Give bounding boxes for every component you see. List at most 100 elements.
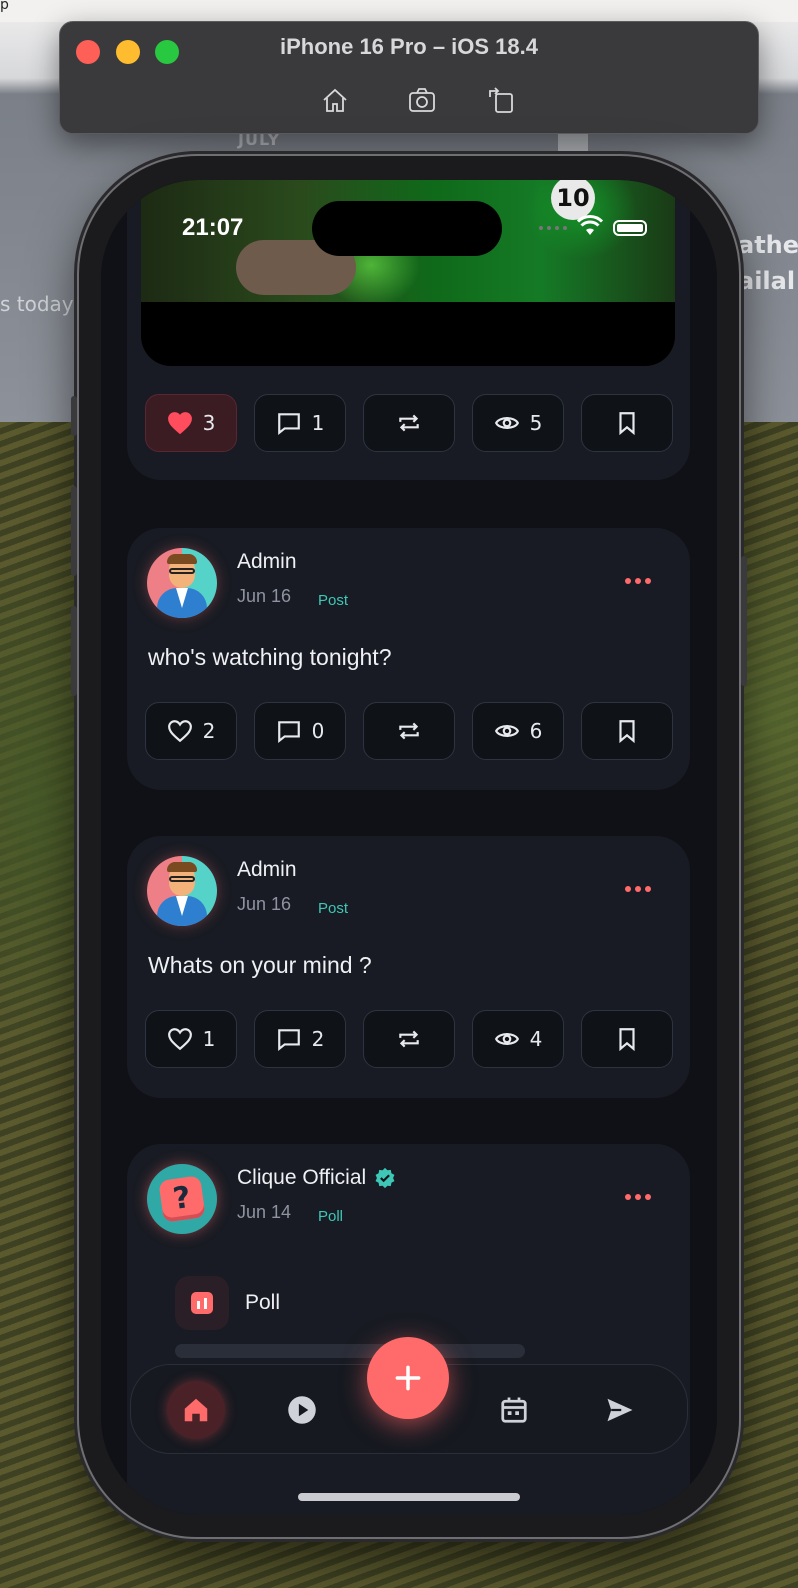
views-button[interactable]: 6 (472, 702, 564, 760)
poll-option[interactable] (175, 1344, 525, 1358)
comment-button[interactable]: 2 (254, 1010, 346, 1068)
like-count: 1 (202, 1027, 216, 1051)
heart-filled-icon (167, 412, 192, 435)
views-button[interactable]: 5 (472, 394, 564, 452)
view-count: 6 (529, 719, 543, 743)
like-button[interactable]: 2 (145, 702, 237, 760)
poll-post-card: ? Clique Official Jun 14 Poll Poll (127, 1144, 690, 1515)
home-icon[interactable] (167, 1381, 225, 1439)
desktop-menu-strip: p (0, 0, 798, 22)
heart-icon (167, 1028, 192, 1051)
post-text: who's watching tonight? (148, 644, 392, 670)
repost-button[interactable] (363, 702, 455, 760)
clique-logo: ? (158, 1175, 206, 1223)
status-time: 21:07 (182, 214, 244, 241)
phone-screen: 10 3 1 5 21:07 Admin Jun 16 Post who's w… (101, 180, 717, 1515)
post-date: Jun 14 (237, 1202, 292, 1222)
author-name[interactable]: Admin (237, 550, 297, 574)
poll-label: Poll (245, 1291, 281, 1314)
simulator-toolbar (60, 84, 758, 116)
author-name[interactable]: Clique Official (237, 1166, 396, 1190)
send-icon[interactable] (591, 1381, 649, 1439)
bookmark-icon (619, 412, 635, 436)
media-post-actions: 3 1 5 (145, 394, 673, 452)
avatar[interactable]: ? (147, 1164, 217, 1234)
repost-button[interactable] (363, 1010, 455, 1068)
screenshot-icon[interactable] (405, 84, 439, 116)
wifi-icon (576, 215, 604, 241)
repost-button[interactable] (363, 394, 455, 452)
comment-count: 1 (311, 411, 325, 435)
avatar[interactable] (147, 548, 217, 618)
poll-chart-icon (175, 1276, 229, 1330)
heart-icon (167, 720, 192, 743)
post-date: Jun 16 (237, 586, 292, 606)
comment-count: 0 (311, 719, 325, 743)
dynamic-island (312, 201, 502, 256)
author-name-text: Admin (237, 550, 297, 573)
comment-icon (277, 721, 300, 744)
simulator-title-bar: iPhone 16 Pro – iOS 18.4 (59, 21, 759, 134)
action-button (71, 396, 77, 436)
add-icon[interactable] (367, 1337, 449, 1419)
comment-count: 2 (311, 1027, 325, 1051)
post-actions: 2 0 6 (145, 702, 673, 760)
poll-header: Poll (175, 1276, 280, 1330)
more-options-icon[interactable] (625, 1194, 651, 1200)
post-actions: 1 2 4 (145, 1010, 673, 1068)
bookmark-icon (619, 720, 635, 744)
post-type-tag: Poll (318, 1208, 344, 1225)
desktop-corner-glyph: p (0, 0, 9, 13)
calendar-icon[interactable] (485, 1381, 543, 1439)
post-type-tag: Post (318, 900, 349, 917)
view-count: 5 (529, 411, 543, 435)
bookmark-button[interactable] (581, 1010, 673, 1068)
background-right-text: athe ailal (738, 227, 798, 299)
more-options-icon[interactable] (625, 886, 651, 892)
comment-button[interactable]: 0 (254, 702, 346, 760)
eye-icon (494, 725, 519, 737)
feed: 10 3 1 5 21:07 Admin Jun 16 Post who's w… (101, 180, 717, 1515)
like-count: 2 (202, 719, 216, 743)
more-options-icon[interactable] (625, 578, 651, 584)
jersey-number: 10 (551, 180, 595, 220)
bookmark-button[interactable] (581, 394, 673, 452)
comment-button[interactable]: 1 (254, 394, 346, 452)
verified-badge-icon (375, 1167, 395, 1189)
author-name[interactable]: Admin (237, 858, 297, 882)
eye-icon (494, 417, 519, 429)
author-name-text: Clique Official (237, 1166, 367, 1189)
volume-down-button (71, 606, 77, 696)
rotate-icon[interactable] (484, 84, 518, 116)
post-text: Whats on your mind ? (148, 952, 372, 978)
status-icons (539, 215, 647, 241)
home-indicator[interactable] (298, 1493, 520, 1501)
like-button[interactable]: 3 (145, 394, 237, 452)
volume-up-button (71, 486, 77, 576)
author-name-text: Admin (237, 858, 297, 881)
view-count: 4 (529, 1027, 543, 1051)
background-today-text: s today (0, 292, 74, 316)
bookmark-icon (619, 1028, 635, 1052)
background-right-line-1: athe (738, 231, 798, 259)
post-date: Jun 16 (237, 894, 292, 914)
home-icon[interactable] (318, 84, 352, 116)
battery-icon (613, 220, 647, 236)
eye-icon (494, 1033, 519, 1045)
views-button[interactable]: 4 (472, 1010, 564, 1068)
comment-icon (277, 1029, 300, 1052)
like-count: 3 (202, 411, 216, 435)
comment-icon (277, 413, 300, 436)
like-button[interactable]: 1 (145, 1010, 237, 1068)
play-icon[interactable] (273, 1381, 331, 1439)
post-type-tag: Post (318, 592, 349, 609)
repost-icon (399, 414, 419, 432)
power-button (741, 556, 747, 686)
avatar[interactable] (147, 856, 217, 926)
background-right-line-2: ailal (738, 267, 796, 295)
bookmark-button[interactable] (581, 702, 673, 760)
simulator-title: iPhone 16 Pro – iOS 18.4 (280, 34, 538, 59)
repost-icon (399, 722, 419, 740)
repost-icon (399, 1030, 419, 1048)
signal-icon (539, 226, 567, 230)
